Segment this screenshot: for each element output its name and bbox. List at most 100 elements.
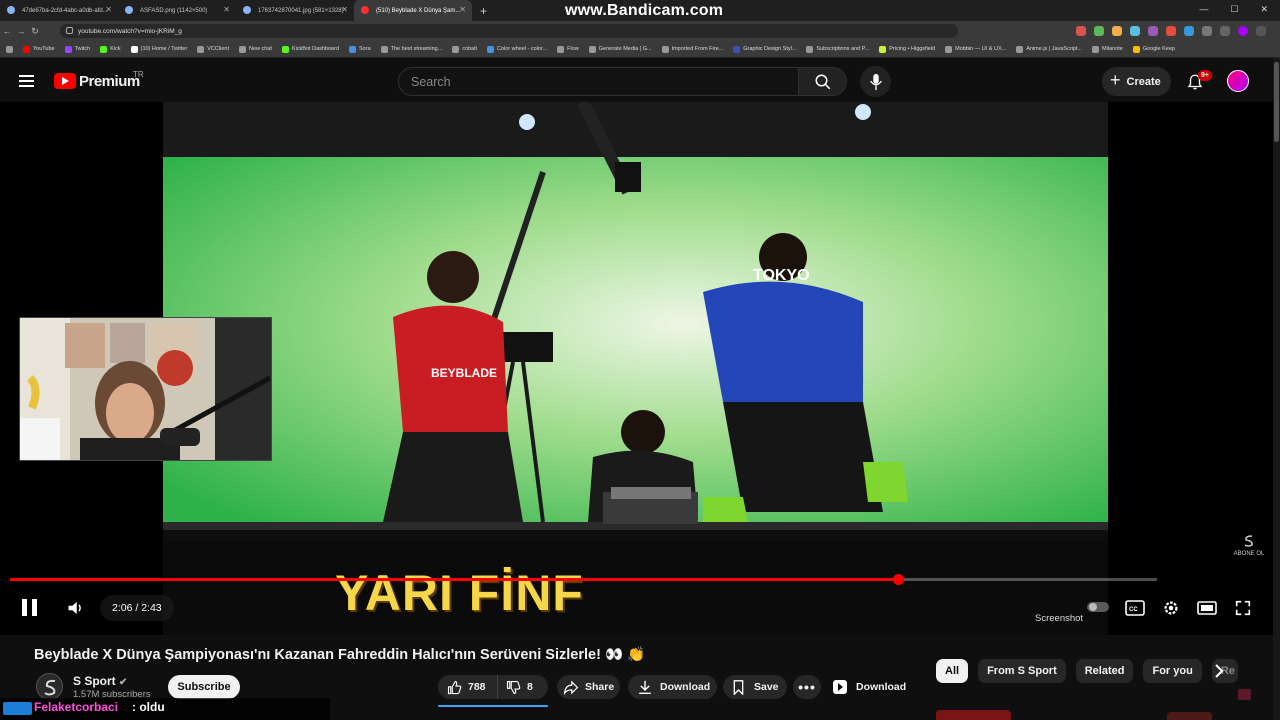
minimize-icon[interactable]: —: [1199, 4, 1208, 15]
bookmark-item[interactable]: KickBot Dashboard: [281, 45, 339, 53]
profile-avatar-icon[interactable]: [1238, 26, 1248, 36]
bookmark-item[interactable]: Imported From Fire...: [661, 45, 723, 53]
channel-name[interactable]: S Sport ✔: [73, 674, 127, 688]
progress-bar[interactable]: [10, 574, 1157, 585]
bookmark-item[interactable]: Graphic Design Styl...: [733, 45, 796, 53]
more-actions-button[interactable]: •••: [793, 675, 821, 699]
extensions-puzzle-icon[interactable]: [1220, 26, 1230, 36]
extension-icon[interactable]: [1130, 26, 1140, 36]
video-caption: YARI FİNF: [335, 565, 584, 621]
tab-close-icon[interactable]: ✕: [459, 5, 466, 14]
bookmark-item[interactable]: Google Keep: [1132, 45, 1175, 53]
bookmark-item[interactable]: Color wheel - color...: [487, 45, 547, 53]
create-button[interactable]: + Create: [1102, 67, 1171, 96]
bookmark-item[interactable]: Kick: [100, 45, 121, 53]
youtube-premium-logo[interactable]: Premium: [79, 73, 140, 90]
subtitles-icon[interactable]: CC: [1125, 599, 1145, 617]
browser-tab-2[interactable]: ASFASD.png (1142×500) ✕: [118, 0, 236, 21]
search-button[interactable]: [799, 67, 847, 96]
bookmark-item[interactable]: Subscriptions and P...: [806, 45, 869, 53]
time-display: 2:06 / 2:43: [100, 595, 174, 621]
volume-icon[interactable]: [67, 600, 85, 616]
search-box: [398, 67, 799, 96]
extension-icon[interactable]: [1094, 26, 1104, 36]
apps-icon[interactable]: [6, 45, 13, 53]
youtube-logo-icon[interactable]: [54, 73, 76, 89]
tab-close-icon[interactable]: ✕: [223, 5, 230, 14]
extension-icon[interactable]: [1148, 26, 1158, 36]
chat-username: Felaketcorbaci: [34, 700, 119, 714]
bookmark-item[interactable]: Flow: [557, 45, 579, 53]
pause-button[interactable]: [20, 598, 40, 618]
bookmark-item[interactable]: The best streaming...: [380, 45, 442, 53]
close-window-icon[interactable]: ✕: [1260, 4, 1268, 15]
settings-gear-icon[interactable]: [1161, 599, 1181, 617]
tab-label: (510) Beyblade X Dünya Şam...: [376, 7, 461, 14]
bookmark-item[interactable]: Milanote: [1092, 45, 1123, 53]
tab-close-icon[interactable]: ✕: [341, 5, 348, 14]
notification-badge: 9+: [1198, 70, 1212, 81]
like-button[interactable]: 788: [438, 675, 498, 699]
bookmark-item[interactable]: Twitch: [64, 45, 90, 53]
bookmark-item[interactable]: Anime.js | JavaScript...: [1016, 45, 1082, 53]
fullscreen-icon[interactable]: [1233, 599, 1253, 617]
extension-icon[interactable]: [1202, 26, 1212, 36]
bookmark-item[interactable]: cobalt: [452, 45, 477, 53]
menu-icon[interactable]: [19, 75, 34, 87]
tab-close-icon[interactable]: ✕: [105, 5, 112, 14]
bookmarks-bar: YouTube Twitch Kick (10) Home / Twitter …: [0, 41, 1280, 58]
country-code: TR: [133, 70, 144, 79]
more-horizontal-icon: •••: [798, 679, 816, 695]
tab-favicon-icon: [7, 6, 15, 14]
save-button[interactable]: Save: [723, 675, 787, 699]
theater-mode-icon[interactable]: [1197, 599, 1217, 617]
extension-icon[interactable]: [1184, 26, 1194, 36]
page-scrollbar[interactable]: [1273, 58, 1280, 720]
subscribe-watermark[interactable]: ABONE OL: [1233, 534, 1265, 557]
bookmark-item[interactable]: Generate Media | G...: [588, 45, 652, 53]
video-player[interactable]: BEYBLADE TOKYO YARI FİNF ABONE OL 2:06 /…: [0, 102, 1280, 635]
address-bar[interactable]: youtube.com/watch?v=mio-jKRiM_g: [60, 24, 958, 38]
bookmark-item[interactable]: Mobbin — UI & UX...: [945, 45, 1006, 53]
download-button[interactable]: Download: [628, 675, 717, 699]
extension-icon[interactable]: [1112, 26, 1122, 36]
maximize-icon[interactable]: ☐: [1230, 4, 1238, 15]
forward-icon[interactable]: →: [14, 26, 28, 36]
share-button[interactable]: Share: [557, 675, 620, 699]
pause-icon: [32, 599, 37, 616]
chip-all[interactable]: All: [936, 659, 969, 683]
scrollbar-thumb[interactable]: [1274, 62, 1279, 142]
bookmark-item[interactable]: YouTube: [23, 45, 55, 53]
browser-tab-1[interactable]: 47de67ba-2cfd-4abc-a0db-afd... ✕: [0, 0, 118, 21]
bookmark-item[interactable]: Pricing • Higgsfield: [879, 45, 935, 53]
back-icon[interactable]: ←: [0, 26, 14, 36]
new-tab-button[interactable]: +: [472, 4, 495, 18]
extension-icon[interactable]: [1166, 26, 1176, 36]
browser-menu-icon[interactable]: [1256, 26, 1266, 36]
chip-for-you[interactable]: For you: [1143, 659, 1202, 683]
chevron-right-icon[interactable]: [1210, 662, 1228, 680]
browser-tab-3[interactable]: 1763742870041.jpg (581×1328) ✕: [236, 0, 354, 21]
subscribe-button[interactable]: Subscribe: [168, 675, 240, 699]
bookmark-item[interactable]: (10) Home / Twitter: [130, 45, 187, 53]
download-label: Download: [660, 681, 711, 693]
autoplay-toggle[interactable]: [1087, 602, 1109, 612]
recommended-thumbnail[interactable]: [936, 710, 1011, 720]
reload-icon[interactable]: ↻: [28, 26, 42, 37]
bookmark-item[interactable]: New chat: [238, 45, 272, 53]
bookmark-item[interactable]: Sora: [349, 45, 371, 53]
miniplayer-icon[interactable]: [1238, 689, 1251, 700]
bookmark-item[interactable]: VCClient: [197, 45, 229, 53]
dislike-button[interactable]: 8: [498, 680, 533, 695]
account-avatar[interactable]: [1227, 70, 1249, 92]
browser-tab-active[interactable]: (510) Beyblade X Dünya Şam... ✕: [354, 0, 472, 21]
chip-from-channel[interactable]: From S Sport: [978, 659, 1066, 683]
extension-icon[interactable]: [1076, 26, 1086, 36]
site-info-icon[interactable]: [66, 27, 73, 34]
channel-avatar[interactable]: [36, 673, 63, 700]
voice-search-button[interactable]: [860, 66, 891, 97]
chip-related[interactable]: Related: [1075, 659, 1134, 683]
download-extension-button[interactable]: Download: [824, 675, 914, 699]
search-input[interactable]: [411, 74, 781, 89]
recommended-thumbnail[interactable]: [1167, 712, 1212, 720]
